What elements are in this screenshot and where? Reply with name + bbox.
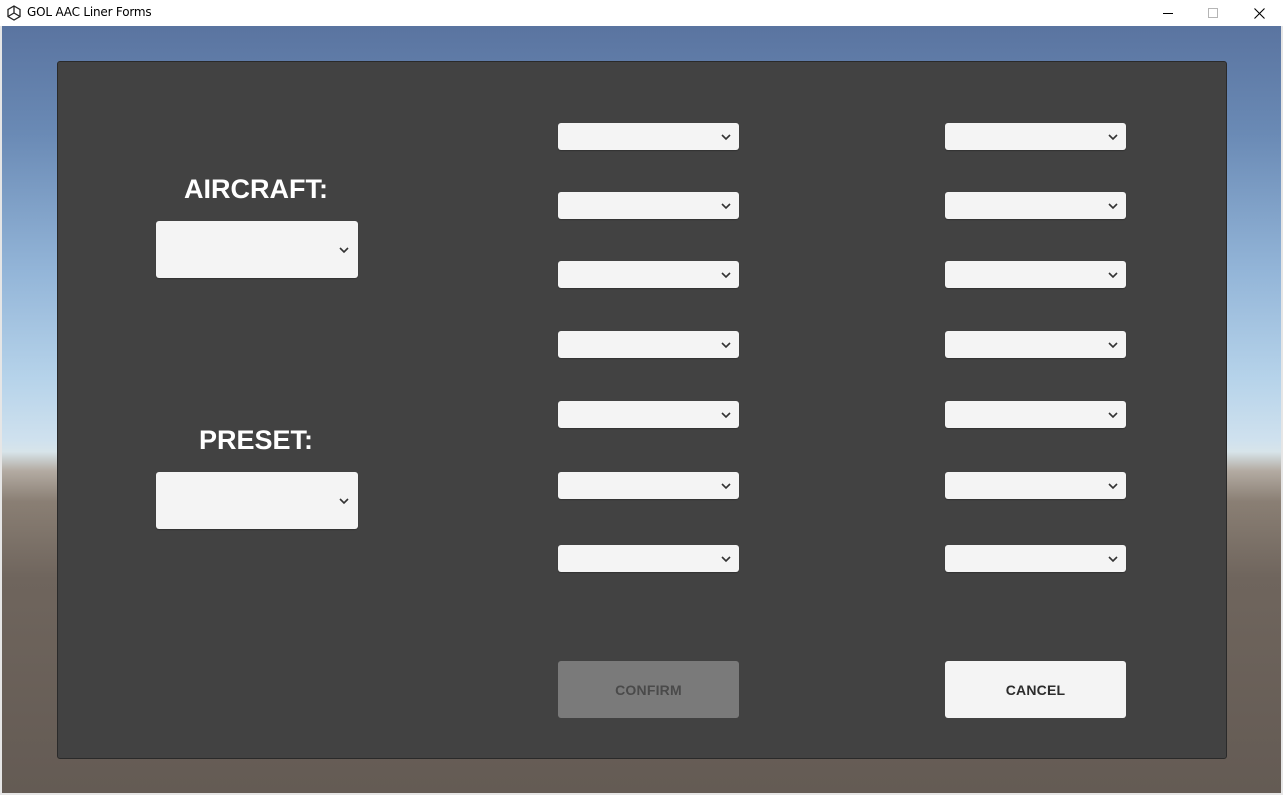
cancel-button[interactable]: CANCEL [945,661,1126,718]
column-b-dropdown-2[interactable] [945,192,1126,219]
column-a-dropdown-3[interactable] [558,261,739,288]
chevron-down-icon [1108,482,1118,489]
chevron-down-icon [1108,133,1118,140]
column-b-dropdown-5[interactable] [945,401,1126,428]
chevron-down-icon [721,411,731,418]
chevron-down-icon [721,202,731,209]
column-a-dropdown-5[interactable] [558,401,739,428]
column-b-dropdown-4[interactable] [945,331,1126,358]
chevron-down-icon [721,482,731,489]
minimize-button[interactable] [1145,0,1191,26]
window-title: GOL AAC Liner Forms [27,5,152,19]
close-icon [1253,7,1265,19]
chevron-down-icon [1108,271,1118,278]
confirm-button[interactable]: CONFIRM [558,661,739,718]
preset-label: PRESET: [198,425,314,455]
column-b-dropdown-7[interactable] [945,545,1126,572]
chevron-down-icon [1108,202,1118,209]
aircraft-dropdown[interactable] [156,221,358,278]
chevron-down-icon [339,246,349,253]
maximize-button[interactable] [1190,0,1236,26]
chevron-down-icon [1108,555,1118,562]
column-a-dropdown-6[interactable] [558,472,739,499]
column-b-dropdown-3[interactable] [945,261,1126,288]
title-bar: GOL AAC Liner Forms [0,0,1283,26]
column-a-dropdown-2[interactable] [558,192,739,219]
chevron-down-icon [1108,341,1118,348]
column-a-dropdown-1[interactable] [558,123,739,150]
chevron-down-icon [721,133,731,140]
close-button[interactable] [1236,0,1282,26]
chevron-down-icon [721,341,731,348]
column-a-dropdown-7[interactable] [558,545,739,572]
aircraft-label: AIRCRAFT: [184,174,328,204]
chevron-down-icon [1108,411,1118,418]
chevron-down-icon [721,555,731,562]
chevron-down-icon [339,497,349,504]
column-b-dropdown-6[interactable] [945,472,1126,499]
column-a-dropdown-4[interactable] [558,331,739,358]
unity-logo-icon [7,5,21,21]
chevron-down-icon [721,271,731,278]
minimize-icon [1163,13,1173,14]
maximize-icon [1208,8,1218,18]
column-b-dropdown-1[interactable] [945,123,1126,150]
preset-dropdown[interactable] [156,472,358,529]
